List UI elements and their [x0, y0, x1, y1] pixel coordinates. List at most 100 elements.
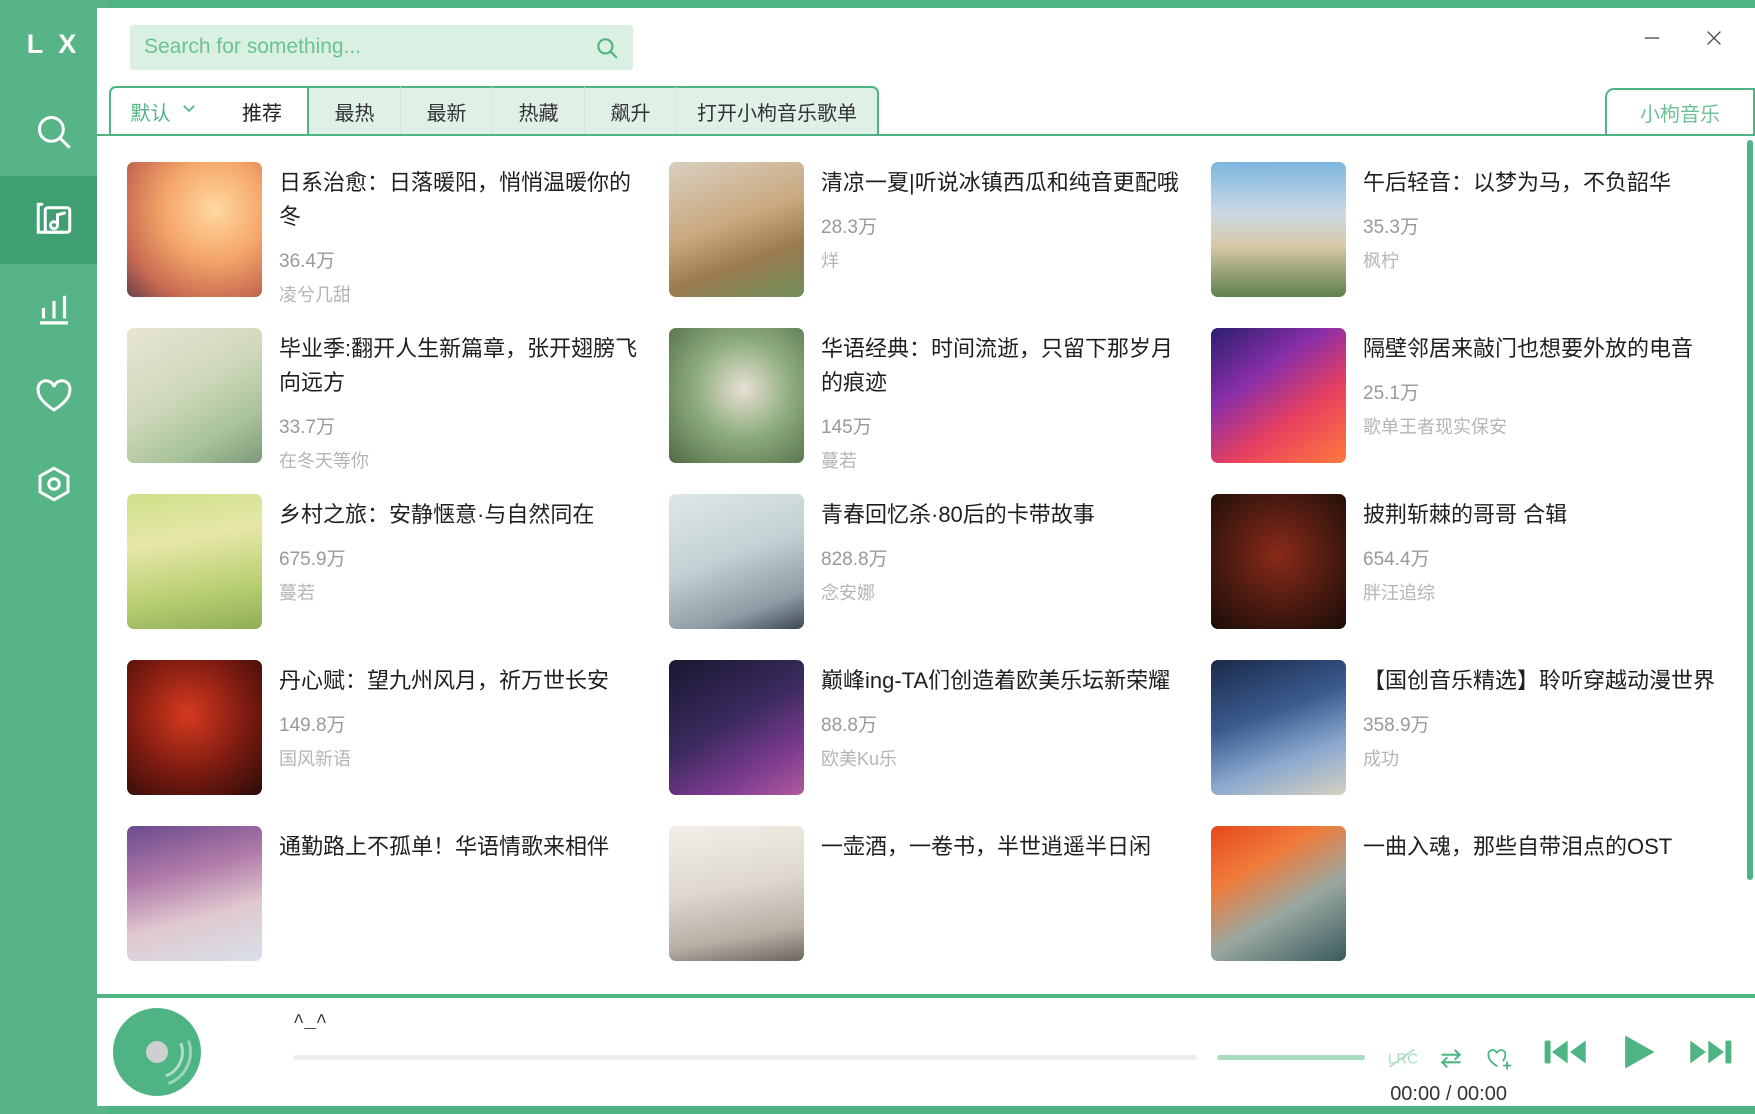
- playlist-cover[interactable]: [669, 162, 804, 297]
- tab-open-playlist[interactable]: 打开小枸音乐歌单: [677, 86, 879, 134]
- play-icon[interactable]: [1615, 1030, 1661, 1074]
- orange-coral-reef-image: [1211, 826, 1346, 961]
- playlist-meta: 乡村之旅：安静惬意·与自然同在675.9万蔓若: [279, 494, 643, 605]
- player-upper-row: LRC: [217, 1045, 1513, 1071]
- transport-controls: [1543, 1030, 1733, 1074]
- window-controls: [1621, 8, 1745, 68]
- playlist-cover[interactable]: [1211, 660, 1346, 795]
- total-time: 00:00: [1457, 1083, 1507, 1105]
- sidebar-item-settings[interactable]: [0, 440, 107, 528]
- close-button[interactable]: [1683, 12, 1745, 64]
- playlist-play-count: 675.9万: [279, 544, 643, 571]
- playlist-card[interactable]: 乡村之旅：安静惬意·与自然同在675.9万蔓若: [119, 484, 651, 650]
- playlist-card[interactable]: 一壶酒，一卷书，半世逍遥半日闲: [661, 816, 1193, 982]
- playlist-author: 枫柠: [1363, 247, 1727, 273]
- red-chinese-poster-image: [127, 660, 262, 795]
- lrc-off-icon[interactable]: LRC: [1387, 1045, 1417, 1071]
- schoolgirl-phone-image: [669, 494, 804, 629]
- playlist-title: 通勤路上不孤单！华语情歌来相伴: [279, 830, 643, 864]
- player-tools: LRC: [1217, 1045, 1513, 1071]
- playlist-cover[interactable]: [127, 328, 262, 463]
- playlist-play-count: 25.1万: [1363, 378, 1727, 405]
- playlist-card[interactable]: 华语经典：时间流逝，只留下那岁月的痕迹145万蔓若: [661, 318, 1193, 484]
- tab-hotcollect[interactable]: 热藏: [493, 86, 585, 134]
- heart-plus-icon[interactable]: [1485, 1045, 1513, 1071]
- playlist-card[interactable]: 一曲入魂，那些自带泪点的OST: [1203, 816, 1735, 982]
- search-input[interactable]: [144, 35, 584, 59]
- playlist-play-count: 828.8万: [821, 544, 1185, 571]
- current-time: 00:00: [1390, 1083, 1440, 1105]
- content-scrollbar[interactable]: [1747, 140, 1753, 880]
- playlist-title: 清凉一夏|听说冰镇西瓜和纯音更配哦: [821, 166, 1185, 200]
- playlist-author: 烊: [821, 247, 1185, 273]
- playlist-play-count: 149.8万: [279, 710, 643, 737]
- tab-recommend[interactable]: 推荐: [217, 86, 309, 134]
- playlist-title: 毕业季:翻开人生新篇章，张开翅膀飞向远方: [279, 332, 643, 400]
- tab-hottest[interactable]: 最热: [309, 86, 401, 134]
- playlist-author: 欧美Ku乐: [821, 745, 1185, 771]
- playlist-cover[interactable]: [669, 660, 804, 795]
- player-center: ^_^ LRC: [217, 998, 1513, 1106]
- tab-source-xiaogou[interactable]: 小枸音乐: [1605, 88, 1755, 134]
- previous-track-icon[interactable]: [1543, 1031, 1589, 1073]
- search-icon[interactable]: [594, 35, 620, 66]
- now-playing-title: ^_^: [293, 1011, 1513, 1033]
- playlist-card[interactable]: 披荆斩棘的哥哥 合辑654.4万胖汪追综: [1203, 484, 1735, 650]
- playlist-cover[interactable]: [127, 826, 262, 961]
- time-display: 00:00 / 00:00: [1390, 1083, 1513, 1106]
- player-lower-row: 00:00 / 00:00: [217, 1083, 1513, 1106]
- playlist-meta: 日系治愈：日落暖阳，悄悄温暖你的冬36.4万凌兮几甜: [279, 162, 643, 307]
- playlist-cover[interactable]: [669, 826, 804, 961]
- playlist-title: 隔壁邻居来敲门也想要外放的电音: [1363, 332, 1727, 366]
- player-mini-icons: LRC: [1387, 1045, 1513, 1071]
- playlist-cover[interactable]: [669, 328, 804, 463]
- volume-slider[interactable]: [1217, 1055, 1365, 1060]
- playlist-card[interactable]: 丹心赋：望九州风月，祈万世长安 149.8万国风新语: [119, 650, 651, 816]
- playlist-card[interactable]: 毕业季:翻开人生新篇章，张开翅膀飞向远方33.7万在冬天等你: [119, 318, 651, 484]
- playlist-card[interactable]: 【国创音乐精选】聆听穿越动漫世界358.9万成功: [1203, 650, 1735, 816]
- tab-rising[interactable]: 飙升: [585, 86, 677, 134]
- search-box[interactable]: [130, 25, 633, 70]
- playlist-cover[interactable]: [127, 660, 262, 795]
- playlist-title: 披荆斩棘的哥哥 合辑: [1363, 498, 1727, 532]
- repeat-icon[interactable]: [1437, 1045, 1465, 1071]
- playlist-title: 华语经典：时间流逝，只留下那岁月的痕迹: [821, 332, 1185, 400]
- minimize-button[interactable]: [1621, 12, 1683, 64]
- sidebar-item-songlist[interactable]: [0, 176, 107, 264]
- playlist-author: 凌兮几甜: [279, 281, 643, 307]
- playlist-cover[interactable]: [1211, 494, 1346, 629]
- playlist-card[interactable]: 清凉一夏|听说冰镇西瓜和纯音更配哦28.3万烊: [661, 152, 1193, 318]
- playlist-card[interactable]: 通勤路上不孤单！华语情歌来相伴: [119, 816, 651, 982]
- playlist-meta: 丹心赋：望九州风月，祈万世长安 149.8万国风新语: [279, 660, 643, 771]
- playlist-title: 丹心赋：望九州风月，祈万世长安: [279, 664, 643, 698]
- playlist-title: 一壶酒，一卷书，半世逍遥半日闲: [821, 830, 1185, 864]
- playlist-cover[interactable]: [669, 494, 804, 629]
- playlist-play-count: 145万: [821, 412, 1185, 439]
- playlist-play-count: 36.4万: [279, 246, 643, 273]
- playlist-cover[interactable]: [127, 162, 262, 297]
- tab-newest[interactable]: 最新: [401, 86, 493, 134]
- sidebar-item-favorites[interactable]: [0, 352, 107, 440]
- player-bar: ^_^ LRC: [97, 994, 1755, 1106]
- playlist-card[interactable]: 隔壁邻居来敲门也想要外放的电音25.1万歌单王者现实保安: [1203, 318, 1735, 484]
- playlist-card[interactable]: 午后轻音：以梦为马，不负韶华35.3万枫柠: [1203, 152, 1735, 318]
- sidebar-item-leaderboard[interactable]: [0, 264, 107, 352]
- sort-dropdown[interactable]: 默认: [109, 86, 217, 134]
- playlist-cover[interactable]: [1211, 826, 1346, 961]
- playlist-play-count: 35.3万: [1363, 212, 1727, 239]
- playlist-cover[interactable]: [1211, 328, 1346, 463]
- playlist-meta: 【国创音乐精选】聆听穿越动漫世界358.9万成功: [1363, 660, 1727, 771]
- playlist-author: 国风新语: [279, 745, 643, 771]
- vinyl-disc-icon[interactable]: [113, 1008, 201, 1096]
- playlist-card[interactable]: 青春回忆杀·80后的卡带故事828.8万念安娜: [661, 484, 1193, 650]
- sidebar-item-search[interactable]: [0, 88, 107, 176]
- playlist-cover[interactable]: [1211, 162, 1346, 297]
- playlist-meta: 隔壁邻居来敲门也想要外放的电音25.1万歌单王者现实保安: [1363, 328, 1727, 439]
- progress-bar[interactable]: [293, 1055, 1197, 1060]
- next-track-icon[interactable]: [1687, 1031, 1733, 1073]
- sidebar: L X: [0, 0, 107, 1114]
- playlist-card[interactable]: 巅峰ing-TA们创造着欧美乐坛新荣耀88.8万欧美Ku乐: [661, 650, 1193, 816]
- playlist-card[interactable]: 日系治愈：日落暖阳，悄悄温暖你的冬36.4万凌兮几甜: [119, 152, 651, 318]
- playlist-cover[interactable]: [127, 494, 262, 629]
- chevron-down-icon: [180, 99, 198, 123]
